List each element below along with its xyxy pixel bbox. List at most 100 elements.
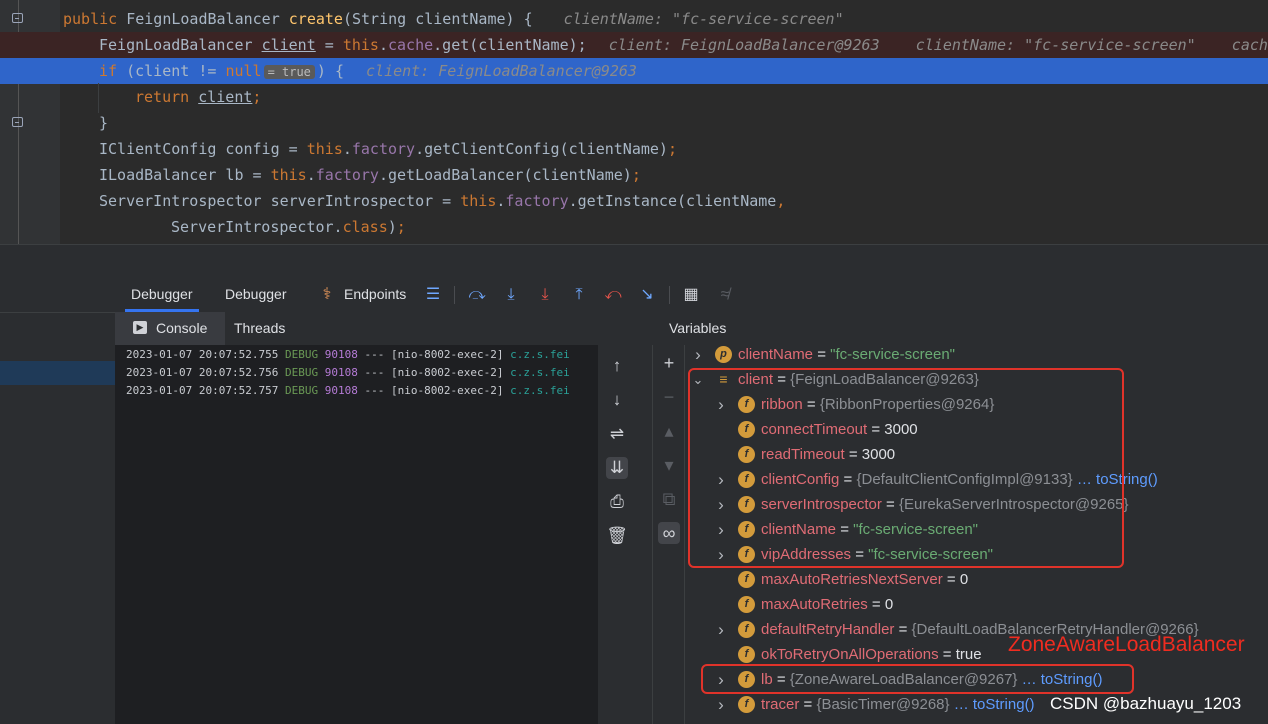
variable-value: 0	[884, 596, 894, 613]
code-line[interactable]: if (client != null = true) {client: Feign…	[0, 58, 1268, 84]
variable-row[interactable]: › p clientName = "fc-service-screen"	[685, 345, 1268, 367]
inline-debug-value: clientName: "fc-service-screen"	[563, 10, 844, 28]
trace-stream-icon[interactable]: ≉	[715, 285, 735, 305]
console-output[interactable]: 2023-01-07 20:07:52.755 DEBUG 90108 --- …	[115, 345, 598, 724]
code-token: =	[315, 36, 343, 54]
chevron-right-icon[interactable]: ›	[714, 617, 728, 642]
down-arrow-icon[interactable]: ↓	[606, 389, 628, 411]
up-arrow-icon[interactable]: ↑	[606, 355, 628, 377]
log-pid: 90108	[324, 384, 365, 397]
log-ts: 2023-01-07 20:07:52.756	[126, 366, 285, 379]
code-token: .get(clientName);	[433, 36, 587, 54]
watermark: CSDN @bazhuayu_1203	[1050, 694, 1242, 713]
log-cls: c.z.s.fei	[510, 348, 570, 361]
code-text: ServerIntrospector serverIntrospector = …	[99, 188, 785, 214]
chevron-right-icon[interactable]: ›	[691, 345, 705, 367]
code-line[interactable]: return client;	[0, 84, 1268, 110]
code-token: FeignLoadBalancer	[99, 36, 262, 54]
code-token: this	[306, 140, 343, 158]
variable-name: maxAutoRetries	[761, 596, 868, 613]
evaluate-expression-icon[interactable]: ▦	[681, 285, 701, 305]
code-token: (String clientName) {	[342, 10, 542, 28]
code-text: public FeignLoadBalancer create(String c…	[63, 6, 844, 32]
run-to-cursor-icon[interactable]: ↘	[637, 285, 657, 305]
variables-header: Variables	[653, 312, 1268, 345]
variable-value: 0	[959, 571, 969, 588]
show-watches-icon[interactable]: ∞	[658, 522, 680, 544]
duplicate-icon[interactable]: ⧉	[658, 488, 680, 510]
tab-debugger-primary[interactable]: Debugger	[125, 278, 198, 312]
console-actions: ↑ ↓ ⇌ ⇊ ⎙ 🗑	[598, 345, 653, 724]
variable-name: tracer	[761, 696, 800, 713]
variable-row[interactable]: f maxAutoRetries = 0	[685, 592, 1268, 617]
code-token: client	[261, 36, 316, 54]
add-watch-icon[interactable]: +	[658, 352, 680, 374]
code-line[interactable]: IClientConfig config = this.factory.getC…	[0, 136, 1268, 162]
code-editor[interactable]: public FeignLoadBalancer create(String c…	[0, 0, 1268, 244]
step-into-icon[interactable]: ⤓	[501, 285, 521, 305]
variable-content: clientName = "fc-service-screen"	[738, 345, 955, 367]
scroll-to-end-icon[interactable]: ⇊	[606, 457, 628, 479]
remove-watch-icon[interactable]: −	[658, 386, 680, 408]
code-token: factory	[351, 140, 416, 158]
log-cls: c.z.s.fei	[510, 366, 570, 379]
tab-endpoints[interactable]: Endpoints	[344, 278, 406, 312]
equals-sign: =	[894, 621, 912, 638]
log-level: DEBUG	[284, 348, 325, 361]
move-up-icon[interactable]: ▴	[658, 420, 680, 442]
tab-debugger-secondary[interactable]: Debugger	[225, 278, 287, 312]
code-token: ServerIntrospector.	[171, 218, 343, 236]
tostring-link[interactable]: … toString()	[954, 696, 1035, 713]
log-line: 2023-01-07 20:07:52.755 DEBUG 90108 --- …	[126, 346, 570, 364]
code-token: factory	[505, 192, 569, 210]
code-line[interactable]: ServerIntrospector serverIntrospector = …	[0, 188, 1268, 214]
variables-actions: + − ▴ ▾ ⧉ ∞	[653, 345, 685, 724]
code-line[interactable]: }	[0, 110, 1268, 136]
tab-console[interactable]: Console	[156, 312, 207, 345]
code-token: this	[270, 166, 307, 184]
code-line[interactable]: public FeignLoadBalancer create(String c…	[0, 6, 1268, 32]
code-token: ;	[252, 88, 262, 106]
code-token: .getClientConfig(clientName)	[415, 140, 668, 158]
code-token: ;	[667, 140, 677, 158]
code-line[interactable]: FeignLoadBalancer client = this.cache.ge…	[0, 32, 1268, 58]
code-line[interactable]: ServerIntrospector.class);	[0, 214, 1268, 240]
variable-name: defaultRetryHandler	[761, 621, 895, 638]
inline-debug-value: client: FeignLoadBalancer@9263 clientNam…	[608, 36, 1268, 54]
tab-threads[interactable]: Threads	[234, 312, 285, 345]
divider	[0, 312, 115, 313]
annotation-box-client	[688, 368, 1124, 568]
print-icon[interactable]: ⎙	[606, 491, 628, 513]
soft-wrap-icon[interactable]: ⇌	[606, 423, 628, 445]
variable-value: "fc-service-screen"	[830, 346, 955, 363]
endpoints-icon[interactable]: ⚕	[317, 285, 337, 305]
code-token: ;	[396, 218, 406, 236]
code-line[interactable]: ILoadBalancer lb = this.factory.getLoadB…	[0, 162, 1268, 188]
move-down-icon[interactable]: ▾	[658, 454, 680, 476]
trash-icon[interactable]: 🗑	[606, 525, 628, 547]
code-token: .getInstance(clientName	[568, 192, 777, 210]
equals-sign: =	[938, 646, 956, 663]
force-step-into-icon[interactable]: ⤓	[535, 285, 555, 305]
chevron-right-icon[interactable]: ›	[714, 692, 728, 717]
step-out-icon[interactable]: ⤒	[569, 285, 589, 305]
code-text: }	[99, 110, 108, 136]
selected-frame-row[interactable]	[0, 361, 115, 385]
variable-row[interactable]: f maxAutoRetriesNextServer = 0	[685, 567, 1268, 592]
drop-frame-icon[interactable]: ⤺	[603, 285, 623, 305]
log-line: 2023-01-07 20:07:52.757 DEBUG 90108 --- …	[126, 382, 570, 400]
parameter-icon: p	[715, 346, 732, 363]
log-pid: 90108	[324, 348, 365, 361]
log-line: 2023-01-07 20:07:52.756 DEBUG 90108 --- …	[126, 364, 570, 382]
panel-splitter[interactable]	[0, 244, 1268, 279]
layout-menu-icon[interactable]: ☰	[423, 285, 443, 305]
equals-sign: =	[942, 571, 960, 588]
equals-sign: =	[799, 696, 817, 713]
step-over-icon[interactable]: ⤼	[467, 285, 487, 305]
code-token: (client !=	[126, 62, 226, 80]
code-token: ,	[776, 192, 786, 210]
variable-content: maxAutoRetriesNextServer = 0	[761, 567, 968, 592]
code-token: if	[99, 62, 127, 80]
debug-toolbar: Debugger Debugger ⚕ Endpoints ☰ ⤼ ⤓ ⤓ ⤒ …	[115, 278, 1268, 313]
console-icon: ▶	[133, 321, 147, 334]
